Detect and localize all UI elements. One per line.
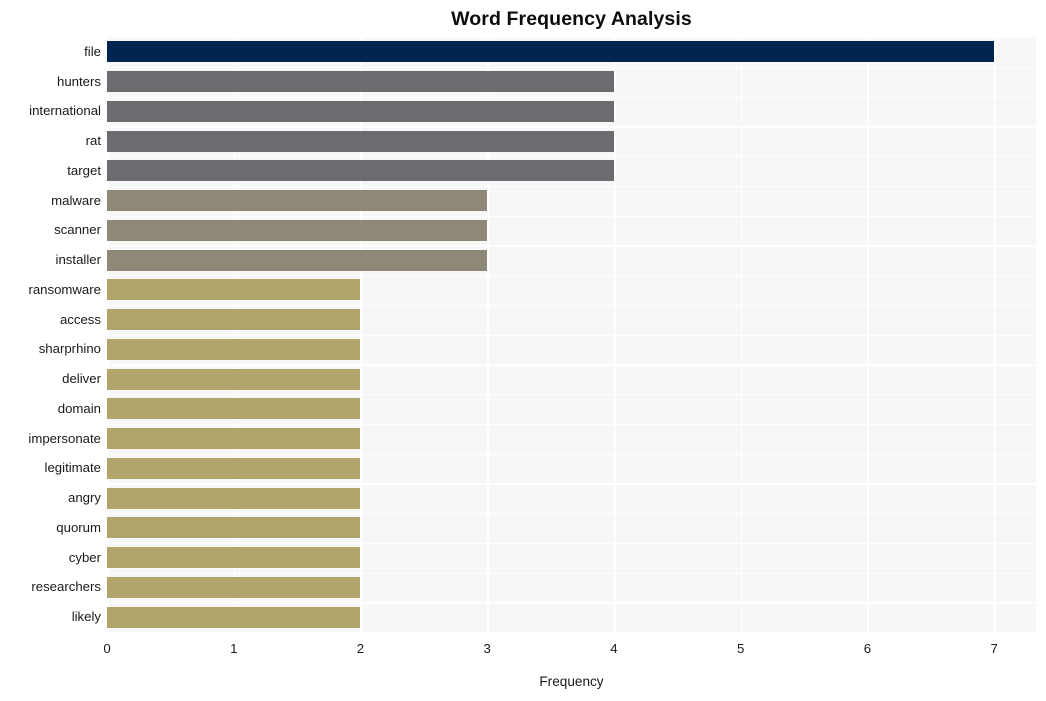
- bar: [107, 41, 995, 63]
- x-axis-title: Frequency: [539, 674, 604, 689]
- y-axis-tick-label: target: [67, 162, 101, 178]
- bar: [107, 547, 361, 569]
- bar: [107, 576, 361, 598]
- horizontal-gridline: [107, 334, 1036, 336]
- horizontal-gridline: [107, 513, 1036, 515]
- x-axis-tick-label: 7: [990, 641, 998, 656]
- bar: [107, 368, 361, 390]
- horizontal-gridline: [107, 423, 1036, 426]
- y-axis-tick-label: deliver: [62, 371, 101, 387]
- y-axis-tick-label: impersonate: [28, 430, 101, 446]
- horizontal-gridline: [107, 304, 1036, 307]
- horizontal-gridline: [107, 37, 1036, 39]
- horizontal-gridline: [107, 542, 1036, 545]
- bar: [107, 71, 614, 93]
- y-axis-tick-labels: file hunters international rat target malware…: [0, 37, 101, 632]
- horizontal-gridline: [107, 66, 1036, 69]
- x-axis-tick-label: 0: [103, 641, 111, 656]
- word-frequency-bar-chart: Word Frequency Analysis file hunters inter…: [0, 0, 1046, 701]
- y-axis-tick-label: scanner: [54, 222, 101, 238]
- bar: [107, 100, 614, 122]
- y-axis-tick-label: access: [59, 311, 101, 327]
- bar: [107, 398, 361, 420]
- y-axis-tick-label: international: [29, 103, 101, 119]
- x-axis-tick-label: 2: [356, 641, 365, 656]
- bar: [107, 130, 614, 152]
- y-axis-tick-label: hunters: [57, 73, 101, 89]
- bar: [107, 606, 361, 628]
- bar: [107, 249, 488, 271]
- y-axis-tick-label: sharprhino: [38, 341, 101, 357]
- bar: [107, 517, 361, 539]
- bar: [107, 279, 361, 301]
- y-axis-tick-label: domain: [57, 400, 101, 416]
- horizontal-gridline: [107, 364, 1036, 366]
- horizontal-gridline: [107, 453, 1036, 455]
- horizontal-gridline: [107, 215, 1036, 217]
- x-axis-tick-label: 1: [230, 641, 238, 656]
- x-axis-tick-label: 4: [610, 641, 618, 656]
- bar: [107, 428, 361, 450]
- x-axis-tick-label: 6: [863, 641, 872, 656]
- horizontal-gridline: [107, 572, 1036, 574]
- horizontal-gridline: [107, 275, 1036, 277]
- horizontal-gridline: [107, 245, 1036, 247]
- bar: [107, 487, 361, 509]
- bar: [107, 457, 361, 479]
- horizontal-gridline: [107, 394, 1036, 396]
- bar: [107, 190, 488, 212]
- horizontal-gridline: [107, 126, 1036, 128]
- y-axis-tick-label: angry: [68, 490, 101, 506]
- horizontal-gridline: [107, 185, 1036, 188]
- y-axis-tick-label: quorum: [56, 519, 101, 535]
- y-axis-tick-label: ransomware: [28, 281, 101, 297]
- horizontal-gridline: [107, 96, 1036, 98]
- bar: [107, 338, 361, 360]
- y-axis-tick-label: legitimate: [44, 460, 101, 476]
- x-axis-tick-label: 3: [483, 641, 491, 656]
- y-axis-tick-label: file: [84, 43, 101, 59]
- y-axis-tick-label: cyber: [68, 549, 101, 565]
- bar: [107, 309, 361, 331]
- plot-area: [107, 37, 1036, 632]
- horizontal-gridline: [107, 483, 1036, 485]
- y-axis-tick-label: installer: [55, 252, 101, 268]
- x-axis-tick-labels: 0 1 2 3 4 5 6 7: [0, 640, 1046, 664]
- horizontal-gridline: [107, 602, 1036, 604]
- bar: [107, 219, 488, 241]
- bar: [107, 160, 614, 182]
- y-axis-tick-label: likely: [71, 609, 101, 625]
- x-axis-tick-label: 5: [737, 641, 745, 656]
- horizontal-gridline: [107, 156, 1036, 158]
- y-axis-tick-label: rat: [85, 133, 101, 149]
- chart-title: Word Frequency Analysis: [451, 8, 692, 30]
- y-axis-tick-label: malware: [51, 192, 101, 208]
- y-axis-tick-label: researchers: [31, 579, 101, 595]
